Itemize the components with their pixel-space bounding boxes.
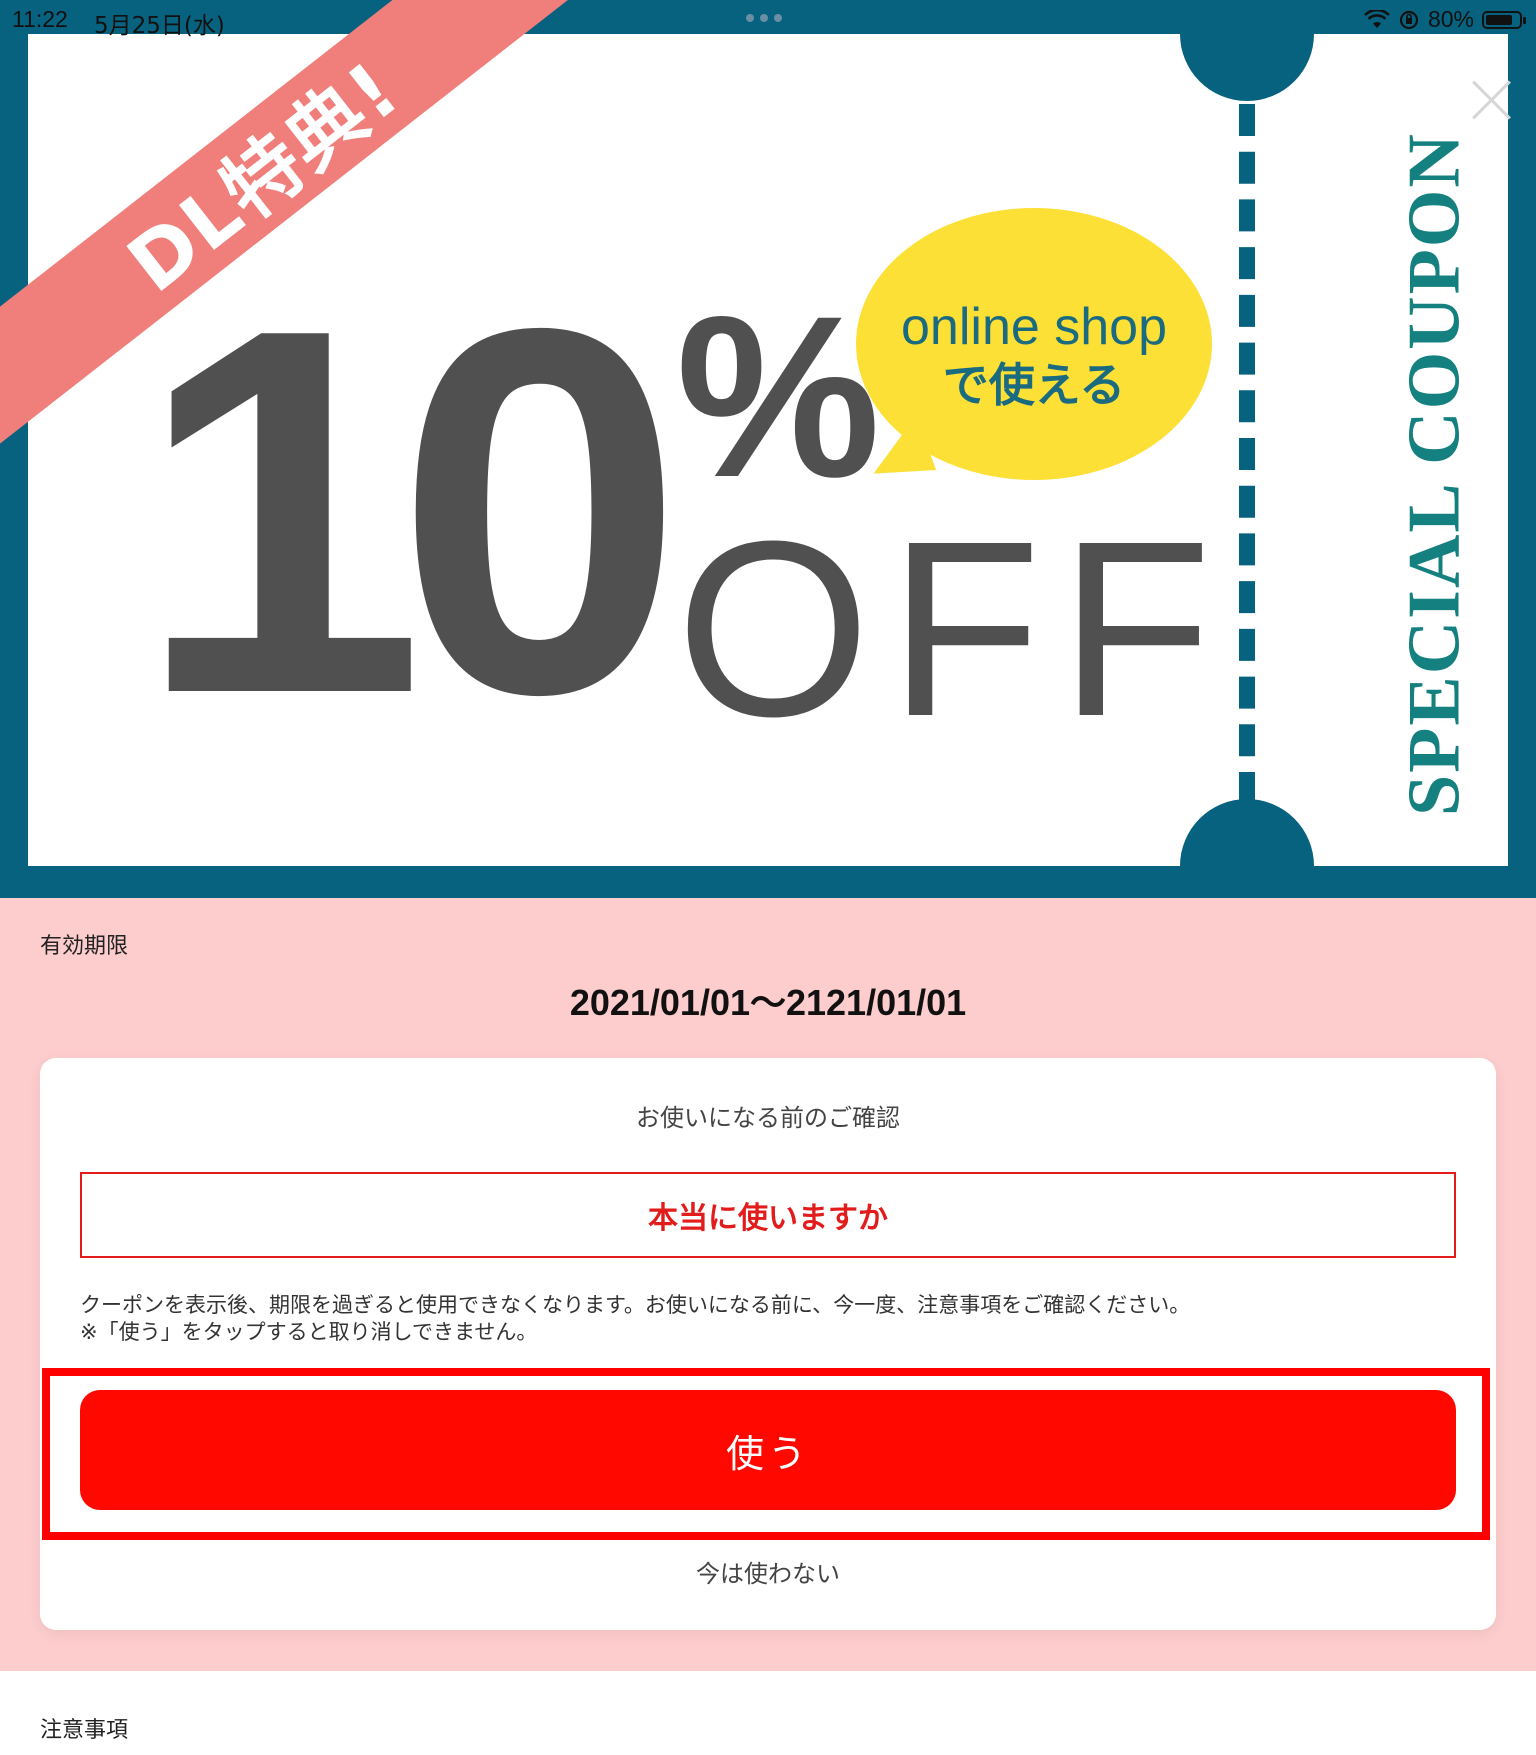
usage-notice-line2: ※「使う」をタップすると取り消しできません。 <box>80 1320 538 1345</box>
multitasking-dots-icon[interactable] <box>746 14 790 24</box>
bubble-line-usable: で使える <box>942 358 1126 413</box>
status-date: 5月25日(水) <box>94 13 225 39</box>
notes-label: 注意事項 <box>40 1718 129 1743</box>
status-time: 11:22 <box>12 6 68 32</box>
orientation-lock-icon <box>1399 10 1419 29</box>
status-indicators: 80% <box>1364 6 1526 33</box>
ticket-notch-bottom <box>1180 799 1314 898</box>
battery-icon <box>1482 10 1526 29</box>
coupon-details-section: 有効期限 2021/01/01～2121/01/01 お使いになる前のご確認 本… <box>0 898 1536 1671</box>
discount-number: 10 <box>136 221 684 802</box>
wifi-icon <box>1364 9 1390 28</box>
percent-sign: % <box>676 268 881 525</box>
battery-percent: 80% <box>1427 6 1474 32</box>
ticket-perforation <box>1239 104 1255 804</box>
confirmation-question: 本当に使いますか <box>80 1172 1456 1258</box>
coupon-banner: 10 % OFF online shop で使える SPECIAL COUPON… <box>0 0 1536 898</box>
close-icon[interactable] <box>1470 78 1514 122</box>
confirmation-card: お使いになる前のご確認 本当に使いますか クーポンを表示後、期限を過ぎると使用で… <box>40 1058 1496 1630</box>
confirmation-title: お使いになる前のご確認 <box>636 1104 900 1132</box>
special-coupon-text: SPECIAL COUPON <box>1393 132 1476 816</box>
usage-notice: クーポンを表示後、期限を過ぎると使用できなくなります。お使いになる前に、今一度、… <box>80 1292 1460 1347</box>
bubble-line-online-shop: online shop <box>901 298 1167 356</box>
status-bar: 11:22 5月25日(水) 80% <box>0 0 1536 40</box>
not-now-link[interactable]: 今は使わない <box>40 1554 1496 1589</box>
use-button[interactable]: 使う <box>80 1390 1456 1510</box>
speech-bubble-text: online shop で使える <box>856 296 1212 414</box>
off-text: OFF <box>676 489 1230 768</box>
usage-notice-line1: クーポンを表示後、期限を過ぎると使用できなくなります。お使いになる前に、今一度、… <box>80 1293 1191 1317</box>
validity-label: 有効期限 <box>40 934 129 959</box>
validity-range: 2021/01/01～2121/01/01 <box>569 982 967 1023</box>
